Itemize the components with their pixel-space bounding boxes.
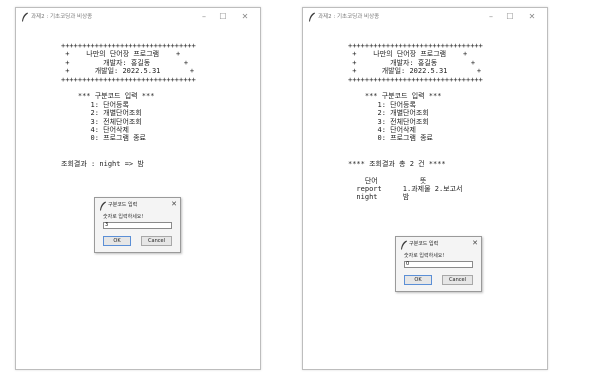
ok-button[interactable]: OK <box>404 275 432 285</box>
console-output: ++++++++++++++++++++++++++++++++ + 나만의 단… <box>61 42 196 168</box>
dialog-close-icon[interactable]: ✕ <box>472 238 478 249</box>
window-title: 과제2 : 기초코딩과 비상종 <box>318 14 380 20</box>
feather-icon <box>22 12 28 22</box>
close-button[interactable]: ✕ <box>523 9 541 25</box>
app-window-right: 과제2 : 기초코딩과 비상종 – ☐ ✕ ++++++++++++++++++… <box>302 7 548 370</box>
cancel-button[interactable]: Cancel <box>442 275 473 285</box>
feather-icon <box>401 240 407 250</box>
app-window-left: 과제2 : 기초코딩과 비상종 – ☐ ✕ ++++++++++++++++++… <box>15 7 261 370</box>
window-title: 과제2 : 기초코딩과 비상종 <box>31 14 93 20</box>
maximize-button[interactable]: ☐ <box>501 9 519 25</box>
dialog-title: 구분코드 입력 <box>409 241 439 247</box>
dialog-prompt: 숫자로 입력하세요! <box>404 253 445 259</box>
dialog-prompt: 숫자로 입력하세요! <box>103 214 144 220</box>
code-input[interactable]: 3 <box>103 222 172 229</box>
dialog-title: 구분코드 입력 <box>108 202 138 208</box>
minimize-button[interactable]: – <box>482 9 500 25</box>
title-bar[interactable]: 과제2 : 기초코딩과 비상종 – ☐ ✕ <box>16 8 260 26</box>
window-client-area: ++++++++++++++++++++++++++++++++ + 나만의 단… <box>16 26 260 369</box>
feather-icon <box>100 201 106 211</box>
input-dialog: 구분코드 입력 ✕ 숫자로 입력하세요! 0 OK Cancel <box>395 236 482 292</box>
console-output: ++++++++++++++++++++++++++++++++ + 나만의 단… <box>348 42 483 202</box>
input-dialog: 구분코드 입력 ✕ 숫자로 입력하세요! 3 OK Cancel <box>94 197 181 253</box>
feather-icon <box>309 12 315 22</box>
window-client-area: ++++++++++++++++++++++++++++++++ + 나만의 단… <box>303 26 547 369</box>
code-input[interactable]: 0 <box>404 261 473 268</box>
close-button[interactable]: ✕ <box>236 9 254 25</box>
title-bar[interactable]: 과제2 : 기초코딩과 비상종 – ☐ ✕ <box>303 8 547 26</box>
minimize-button[interactable]: – <box>195 9 213 25</box>
ok-button[interactable]: OK <box>103 236 131 246</box>
maximize-button[interactable]: ☐ <box>214 9 232 25</box>
cancel-button[interactable]: Cancel <box>141 236 172 246</box>
dialog-close-icon[interactable]: ✕ <box>171 199 177 210</box>
